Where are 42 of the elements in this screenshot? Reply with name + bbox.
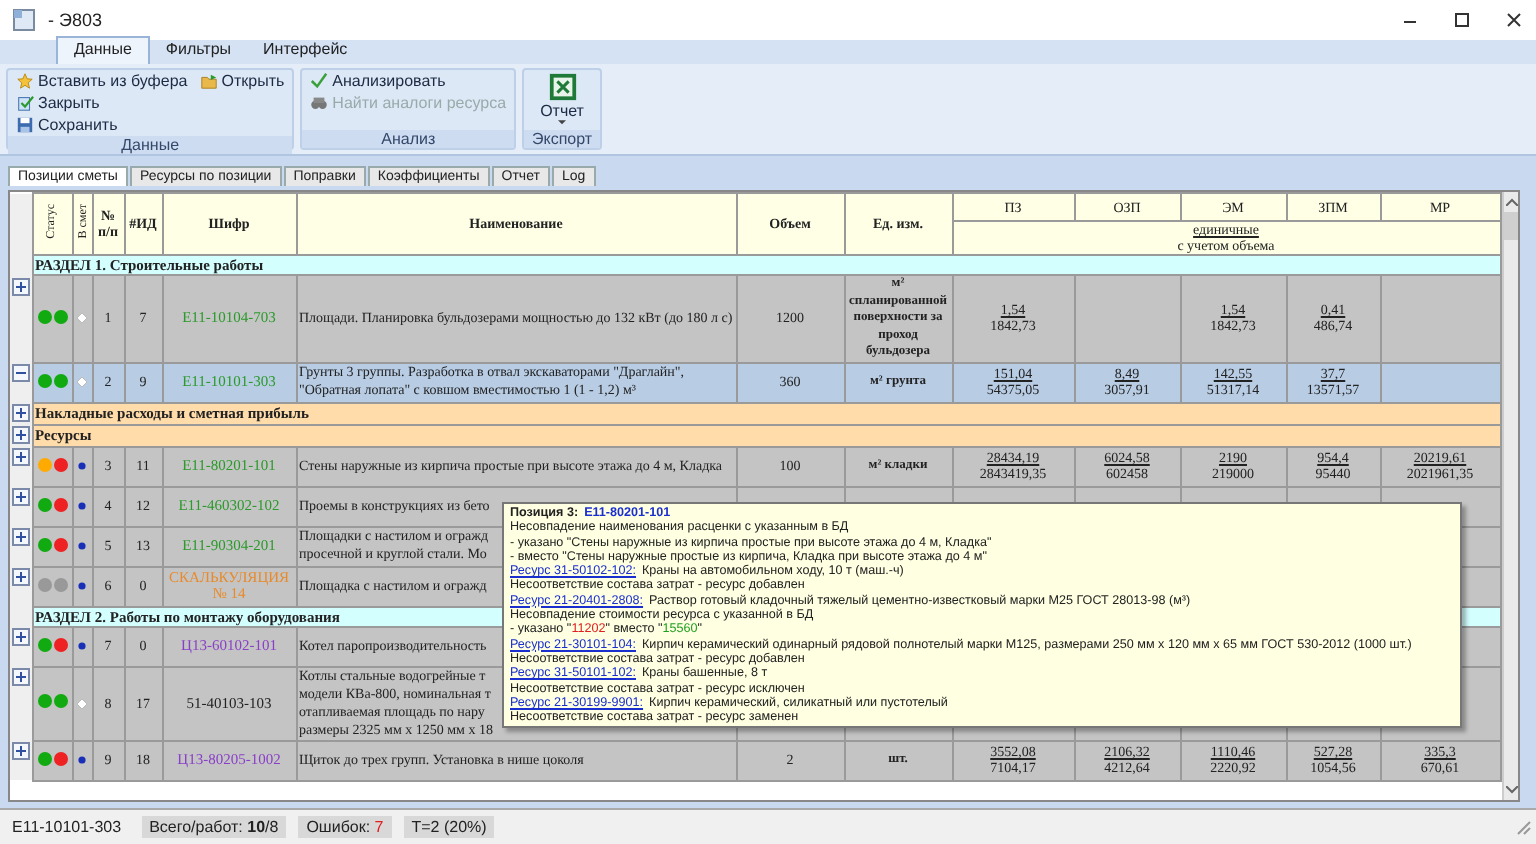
- expand-toggle[interactable]: [12, 426, 30, 444]
- expand-toggle[interactable]: [12, 488, 30, 506]
- expand-toggle[interactable]: [12, 742, 30, 760]
- window-title: - Э803: [48, 10, 102, 30]
- expand-toggle[interactable]: [12, 668, 30, 686]
- status-time: Т=2 (20%): [403, 816, 495, 838]
- expand-toggle[interactable]: [12, 528, 30, 546]
- checkmark-icon: [310, 72, 329, 90]
- ribbon-tab[interactable]: Фильтры: [149, 38, 248, 64]
- folder-icon: [199, 72, 218, 90]
- save-button[interactable]: Сохранить: [12, 114, 192, 136]
- open-button[interactable]: Открыть: [195, 70, 289, 92]
- expand-toggle[interactable]: [12, 568, 30, 586]
- expand-toggle[interactable]: [12, 364, 30, 382]
- caret-icon: [558, 120, 567, 126]
- ribbon-tab[interactable]: Интерфейс: [247, 38, 364, 64]
- status-total: Всего/работ: 10/8: [141, 816, 287, 838]
- expand-toggle[interactable]: [12, 448, 30, 466]
- close-button[interactable]: Закрыть: [12, 92, 192, 114]
- resize-grip-icon: [1516, 819, 1532, 835]
- app-icon: [12, 8, 36, 32]
- expand-toggle[interactable]: [12, 628, 30, 646]
- star-icon: [16, 72, 34, 90]
- group-label: Данные: [8, 136, 293, 154]
- group-label: Экспорт: [524, 130, 600, 148]
- report-button[interactable]: Отчет: [528, 70, 596, 130]
- paste-button[interactable]: Вставить из буфера: [12, 70, 192, 92]
- scroll-down-icon[interactable]: [1505, 786, 1517, 794]
- status-errors: Ошибок: 7: [298, 816, 392, 838]
- group-label: Анализ: [302, 130, 515, 148]
- scroll-thumb[interactable]: [1503, 212, 1518, 240]
- status-code: E11-10101-303: [10, 816, 124, 838]
- checklist-icon: [16, 94, 34, 112]
- scroll-up-icon[interactable]: [1505, 198, 1517, 206]
- expand-toggle[interactable]: [12, 404, 30, 422]
- analyze-button[interactable]: Анализировать: [306, 70, 511, 92]
- expand-toggle[interactable]: [12, 277, 30, 295]
- floppy-icon: [16, 116, 34, 134]
- close-icon[interactable]: [1504, 10, 1524, 30]
- maximize-icon[interactable]: [1452, 10, 1472, 30]
- ribbon-tab[interactable]: Данные: [56, 36, 150, 64]
- binoculars-icon: [310, 94, 329, 112]
